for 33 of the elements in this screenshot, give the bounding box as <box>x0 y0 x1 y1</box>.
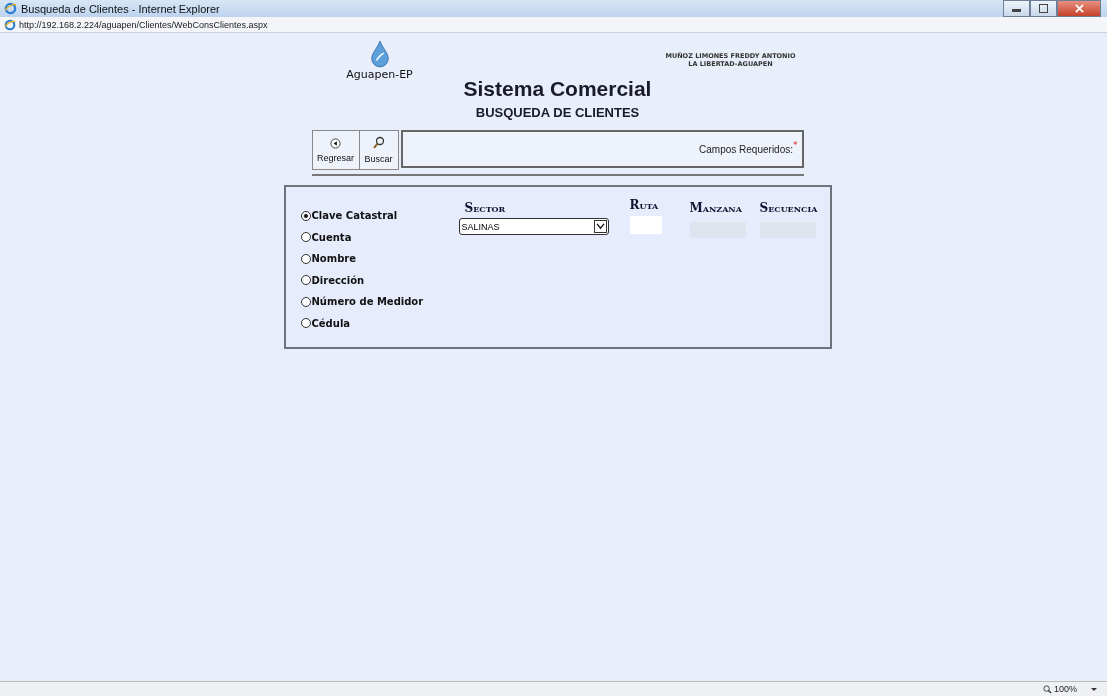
minimize-button[interactable] <box>1003 0 1030 17</box>
zoom-icon <box>1042 684 1052 694</box>
logo-text: Aguapen-EP <box>346 68 413 81</box>
radio-option[interactable]: Dirección <box>300 269 459 291</box>
back-button[interactable]: Regresar <box>311 130 360 170</box>
back-icon <box>330 137 341 149</box>
radio-option[interactable]: Cédula <box>300 312 459 334</box>
zoom-control[interactable]: 100% <box>1042 684 1097 694</box>
close-icon <box>1074 4 1084 13</box>
field-label: Secuencia <box>759 201 819 217</box>
close-button[interactable] <box>1057 0 1101 17</box>
search-button[interactable]: Buscar <box>359 130 399 170</box>
chevron-down-icon <box>595 223 605 230</box>
radio-option[interactable]: Nombre <box>300 248 459 270</box>
browser-icon <box>4 2 17 15</box>
radio-option[interactable]: Número de Medidor <box>300 291 459 313</box>
search-icon <box>372 136 385 150</box>
browser-icon <box>4 18 16 31</box>
field-label: Ruta <box>629 198 660 214</box>
radio-option[interactable]: Cuenta <box>300 226 459 248</box>
restore-button[interactable] <box>1030 0 1057 17</box>
page-subtitle: BUSQUEDA DE CLIENTES <box>475 105 640 120</box>
radio-option[interactable]: Clave Catastral <box>300 205 459 227</box>
address-text[interactable]: http://192.168.2.224/aguapen/Clientes/WebConsClientes.aspx <box>19 19 268 30</box>
required-mark: * <box>793 140 798 150</box>
water-drop-icon <box>368 40 391 68</box>
sector-dropdown[interactable]: SALINAS <box>458 218 609 235</box>
input-field[interactable] <box>629 216 662 234</box>
page-title: Sistema Comercial <box>463 77 652 101</box>
field-label: Sector <box>464 201 507 217</box>
required-fields-label: Campos Requeridos: <box>699 143 793 155</box>
field-label: Manzana <box>689 201 743 217</box>
window-title: Busqueda de Clientes - Internet Explorer <box>21 2 220 15</box>
